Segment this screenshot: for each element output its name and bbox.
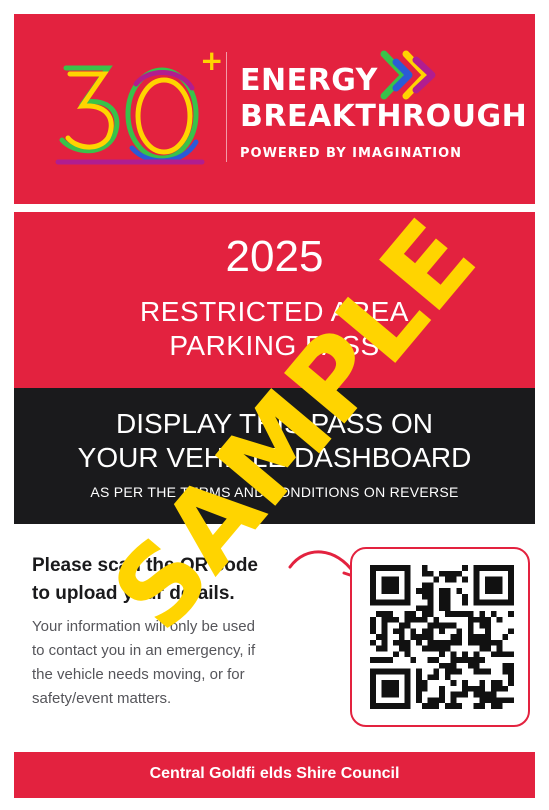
30-anniversary-logo: +: [55, 44, 222, 165]
header-divider: [226, 52, 227, 162]
brand-tagline: POWERED BY IMAGINATION: [240, 146, 463, 161]
qr-instruction-heading-2: to upload your details.: [32, 583, 235, 604]
pass-title-line1: RESTRICTED AREA: [140, 296, 409, 327]
logo-plus: +: [200, 44, 222, 77]
brand-line2: BREAKTHROUGH: [240, 99, 528, 134]
council-name: Central Goldfi elds Shire Council: [149, 765, 400, 782]
chevron-arrows-icon: [380, 50, 436, 100]
privacy-note-line: the vehicle needs moving, or for: [32, 666, 245, 683]
display-instructions-band: DISPLAY THIS PASS ON YOUR VEHICLE DASHBO…: [14, 388, 535, 524]
privacy-note-line: Your information will only be used: [32, 618, 255, 635]
display-line1: DISPLAY THIS PASS ON: [116, 408, 433, 439]
privacy-note-line: to contact you in an emergency, if: [32, 642, 256, 659]
parking-pass: + ENERGY BREAKTHROUGH POWERED BY IMAGINA…: [0, 0, 549, 810]
qr-code-frame: [350, 547, 530, 727]
terms-note: AS PER THE TERMS AND CONDITIONS ON REVER…: [90, 484, 459, 500]
brand-line1: ENERGY: [240, 63, 378, 98]
pass-year: 2025: [225, 232, 324, 281]
pass-header: + ENERGY BREAKTHROUGH POWERED BY IMAGINA…: [14, 14, 535, 204]
privacy-note-line: safety/event matters.: [32, 690, 172, 707]
display-line2: YOUR VEHICLE DASHBOARD: [77, 442, 472, 473]
title-band: 2025 RESTRICTED AREA PARKING PASS: [14, 212, 535, 388]
qr-code[interactable]: [370, 565, 514, 709]
footer-band: Central Goldfi elds Shire Council: [14, 752, 535, 798]
qr-instruction-heading: Please scan the QR code: [32, 555, 258, 576]
pass-title-line2: PARKING PASS: [169, 330, 380, 361]
